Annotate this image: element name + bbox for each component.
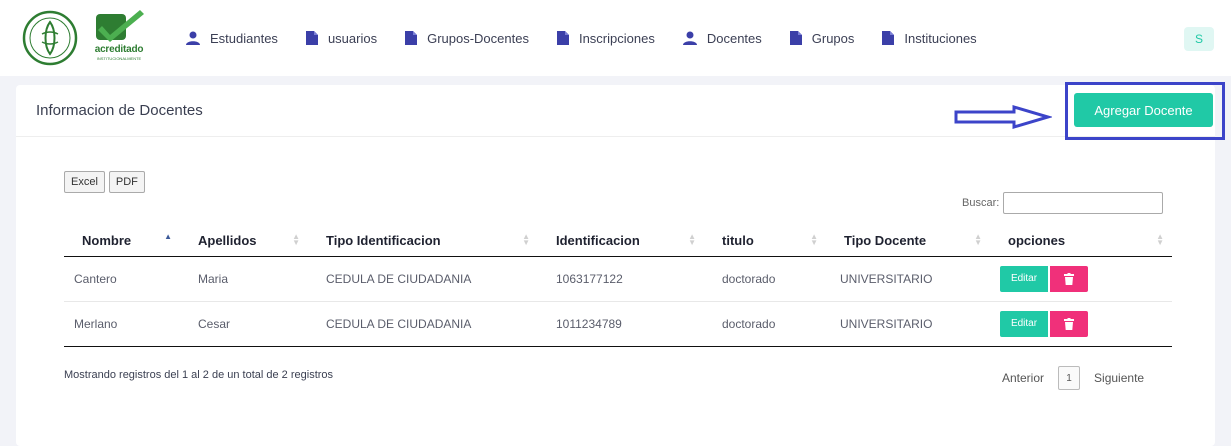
nav-item-label: Estudiantes <box>210 30 278 46</box>
edit-button[interactable]: Editar <box>1000 265 1048 292</box>
cell-nombre: Merlano <box>64 301 180 347</box>
docentes-card: Informacion de Docentes Agregar Docente … <box>16 82 1225 446</box>
nav-item-label: Docentes <box>706 30 762 46</box>
trash-icon <box>1064 317 1074 330</box>
nav-item-grupos[interactable]: Grupos <box>789 30 855 46</box>
sort-asc-icon: ▲ <box>164 232 172 241</box>
sort-icon: ▲ ▼ <box>688 232 696 247</box>
column-header-label: titulo <box>722 232 754 248</box>
search-box: Buscar: <box>962 192 1164 214</box>
nav-item-label: Inscripciones <box>578 30 655 46</box>
table-row: Merlano Cesar CEDULA DE CIUDADANIA 10112… <box>64 301 1172 347</box>
nav-item-label: Grupos <box>811 30 855 46</box>
column-header-identificacion[interactable]: Identificacion ▲ ▼ <box>538 225 704 257</box>
user-icon <box>682 31 697 45</box>
cell-tipo-identificacion: CEDULA DE CIUDADANIA <box>308 301 538 347</box>
accreditation-logo-subtext: INSTITUCIONALMENTE <box>96 56 142 61</box>
edit-button[interactable]: Editar <box>1000 310 1048 337</box>
cell-tipo-docente: UNIVERSITARIO <box>826 301 990 347</box>
cell-opciones: Editar <box>990 301 1172 347</box>
nav-item-label: usuarios <box>327 30 378 46</box>
page-title: Informacion de Docentes <box>36 102 203 119</box>
arrow-right-icon <box>954 105 1052 129</box>
column-header-nombre[interactable]: Nombre ▲ <box>64 225 180 257</box>
nav-item-estudiantes[interactable]: Estudiantes <box>186 31 278 46</box>
row-actions: Editar <box>1000 310 1172 337</box>
cell-apellidos: Cesar <box>180 301 308 347</box>
column-header-tipo-identificacion[interactable]: Tipo Identificacion ▲ ▼ <box>308 225 538 257</box>
column-header-label: Tipo Identificacion <box>326 232 441 248</box>
nav-item-inscripciones[interactable]: Inscripciones <box>556 30 655 46</box>
cell-titulo: doctorado <box>704 256 826 302</box>
accreditation-logo: acreditado INSTITUCIONALMENTE <box>88 8 150 66</box>
sort-icon: ▲ ▼ <box>810 232 818 247</box>
cell-titulo: doctorado <box>704 301 826 347</box>
column-header-apellidos[interactable]: Apellidos ▲ ▼ <box>180 225 308 257</box>
file-icon <box>556 31 569 45</box>
pdf-export-button[interactable]: PDF <box>108 171 145 193</box>
page-1-button[interactable]: 1 <box>1058 366 1081 390</box>
add-docente-button[interactable]: Agregar Docente <box>1074 93 1213 127</box>
column-header-label: Identificacion <box>556 232 640 248</box>
sort-icon: ▲ ▼ <box>522 232 530 247</box>
cell-apellidos: Maria <box>180 256 308 302</box>
cell-identificacion: 1011234789 <box>538 301 704 347</box>
nav-item-grupos-docentes[interactable]: Grupos-Docentes <box>405 31 529 46</box>
delete-button[interactable] <box>1050 310 1088 337</box>
nav-item-usuarios[interactable]: usuarios <box>305 30 378 46</box>
column-header-label: Tipo Docente <box>844 232 927 248</box>
next-page-button[interactable]: Siguiente <box>1094 371 1144 385</box>
nav-item-label: Grupos-Docentes <box>427 30 529 46</box>
column-header-tipo-docente[interactable]: Tipo Docente ▲ ▼ <box>826 225 990 257</box>
nav-item-docentes[interactable]: Docentes <box>682 30 762 46</box>
cell-tipo-docente: UNIVERSITARIO <box>826 256 990 302</box>
docentes-table: Nombre ▲ Apellidos ▲ ▼ Tipo Identificacion ▲… <box>64 225 1172 347</box>
file-icon <box>405 31 418 45</box>
table-row: Cantero Maria CEDULA DE CIUDADANIA 10631… <box>64 256 1172 302</box>
file-icon <box>305 31 318 45</box>
nav-item-instituciones[interactable]: Instituciones <box>882 30 977 46</box>
delete-button[interactable] <box>1050 265 1088 292</box>
trash-icon <box>1064 272 1074 285</box>
previous-page-button[interactable]: Anterior <box>1002 371 1044 385</box>
cell-identificacion: 1063177122 <box>538 256 704 302</box>
university-seal-logo <box>22 10 78 66</box>
user-avatar[interactable]: S <box>1184 27 1214 51</box>
search-input[interactable] <box>1003 192 1164 214</box>
export-buttons: Excel PDF <box>64 171 149 193</box>
column-header-titulo[interactable]: titulo ▲ ▼ <box>704 225 826 257</box>
cell-tipo-identificacion: CEDULA DE CIUDADANIA <box>308 256 538 302</box>
accreditation-logo-text: acreditado <box>94 44 144 55</box>
search-label: Buscar: <box>962 197 1000 209</box>
file-icon <box>882 31 895 45</box>
excel-export-button[interactable]: Excel <box>64 171 105 193</box>
table-info: Mostrando registros del 1 al 2 de un tot… <box>64 369 334 381</box>
cell-opciones: Editar <box>990 256 1172 302</box>
card-header: Informacion de Docentes Agregar Docente <box>16 82 1225 140</box>
column-header-opciones[interactable]: opciones ▲ ▼ <box>990 225 1172 257</box>
column-header-label: opciones <box>1008 232 1066 248</box>
top-navbar: acreditado INSTITUCIONALMENTE Estudiante… <box>0 0 1231 76</box>
table-header-row: Nombre ▲ Apellidos ▲ ▼ Tipo Identificacion ▲… <box>64 225 1172 257</box>
cell-nombre: Cantero <box>64 256 180 302</box>
sort-icon: ▲ ▼ <box>1156 232 1164 247</box>
file-icon <box>789 31 802 45</box>
pagination: Anterior 1 Siguiente <box>1002 366 1144 390</box>
main-nav: Estudiantes usuarios Grupos-Docentes Ins… <box>186 0 1005 76</box>
column-header-label: Apellidos <box>198 232 257 248</box>
sort-icon: ▲ ▼ <box>292 232 300 247</box>
column-header-label: Nombre <box>82 232 132 248</box>
sort-icon: ▲ ▼ <box>974 232 982 247</box>
row-actions: Editar <box>1000 265 1172 292</box>
user-icon <box>186 31 200 45</box>
nav-item-label: Instituciones <box>904 30 977 46</box>
